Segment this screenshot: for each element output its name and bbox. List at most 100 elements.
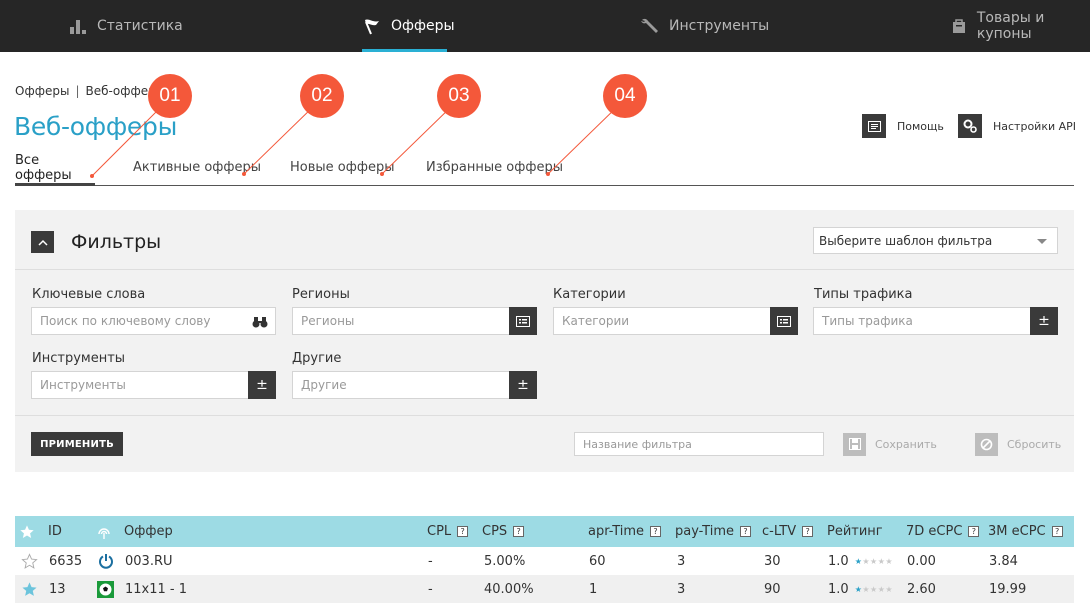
save-label: Сохранить [875,437,937,451]
other-input[interactable]: Другие ± [292,371,537,399]
cell-c-ltv: 30 [764,553,781,569]
favorite-star-icon[interactable] [21,547,38,575]
header-apr-time-label: apr-Time [588,524,645,539]
cell-cpl: - [428,581,433,597]
filters-header: Фильтры Выберите шаблон фильтра [15,210,1074,270]
header-3m-ecpc[interactable]: 3M eCPC? [988,516,1063,547]
plus-minus-icon[interactable]: ± [509,371,537,399]
cell-offer[interactable]: 11x11 - 1 [125,575,187,603]
cell-7d-ecpc: 2.60 [907,581,936,597]
cell-rating: 1.0 ★★★★★ [828,547,893,575]
callout-03: 03 [437,74,481,118]
favorite-star-icon[interactable] [21,575,38,603]
help-icon[interactable]: ? [457,526,469,537]
apply-button[interactable]: ПРИМЕНИТЬ [31,432,123,456]
cell-3m-ecpc: 19.99 [989,581,1027,597]
header-cpl[interactable]: CPL? [427,516,469,547]
collapse-filters-button[interactable] [31,231,54,253]
cell-3m-ecpc: 3.84 [989,553,1018,569]
reset-label: Сбросить [1007,437,1062,451]
header-offer[interactable]: Оффер [124,516,173,547]
filter-name-input[interactable]: Название фильтра [574,432,824,456]
list-picker-icon[interactable] [509,307,537,335]
cell-c-ltv: 90 [764,581,781,597]
favorite-column-star-icon[interactable] [19,516,35,547]
cell-cps: 5.00% [484,553,526,569]
cell-offer[interactable]: 003.RU [125,547,173,575]
header-apr-time[interactable]: apr-Time? [588,516,662,547]
save-filter-button[interactable]: Сохранить [843,432,937,456]
plus-minus-icon[interactable]: ± [1030,307,1058,335]
rating-value: 1.0 [828,553,849,569]
cell-cpl: - [428,553,433,569]
header-c-ltv-label: c-LTV [762,524,797,539]
help-icon[interactable]: ? [802,526,814,537]
help-icon[interactable]: ? [513,526,525,537]
cell-pay-time: 3 [677,553,686,569]
header-cps[interactable]: CPS? [482,516,525,547]
tools-label: Инструменты [32,351,126,366]
traffic-types-label: Типы трафика [814,287,913,302]
header-id[interactable]: ID [48,516,62,547]
filters-panel: Фильтры Выберите шаблон фильтра Ключевые… [15,210,1074,472]
header-pay-time-label: pay-Time [675,524,734,539]
help-icon[interactable]: ? [740,526,751,537]
help-icon[interactable]: ? [1051,526,1063,537]
cell-id: 6635 [49,553,83,569]
callout-04: 04 [603,74,647,118]
filter-template-select[interactable]: Выберите шаблон фильтра [813,227,1058,254]
signal-icon [96,516,112,547]
cell-apr-time: 60 [589,553,606,569]
no-entry-icon [975,432,998,456]
header-cpl-label: CPL [427,524,452,539]
regions-label: Регионы [292,287,350,302]
plus-minus-icon[interactable]: ± [248,371,276,399]
cell-id: 13 [49,581,66,597]
reset-filter-button[interactable]: Сбросить [975,432,1061,456]
callout-01: 01 [148,74,192,118]
header-3m-ecpc-label: 3M eCPC [988,524,1046,539]
keywords-input[interactable]: Поиск по ключевому слову [31,307,276,335]
list-picker-icon[interactable] [770,307,798,335]
cell-apr-time: 1 [589,581,598,597]
other-label: Другие [292,351,342,366]
binoculars-icon[interactable] [251,313,269,331]
soccer-logo-icon [97,575,114,603]
header-c-ltv[interactable]: c-LTV? [762,516,814,547]
table-row[interactable]: 13 11x11 - 1 - 40.00% 1 3 90 1.0 ★★★★★ 2… [15,575,1074,603]
rating-stars: ★★★★★ [854,556,894,566]
keywords-placeholder: Поиск по ключевому слову [40,314,211,328]
table-row[interactable]: 6635 003.RU - 5.00% 60 3 30 1.0 ★★★★★ 0.… [15,547,1074,575]
tools-placeholder: Инструменты [40,378,126,392]
help-icon[interactable]: ? [650,526,662,537]
cell-pay-time: 3 [677,581,686,597]
header-pay-time[interactable]: pay-Time? [675,516,751,547]
filters-title: Фильтры [71,231,162,253]
categories-placeholder: Категории [562,314,630,328]
help-icon[interactable]: ? [968,526,980,537]
template-select-value: Выберите шаблон фильтра [819,233,993,248]
header-7d-ecpc-label: 7D eCPC [906,524,963,539]
regions-placeholder: Регионы [301,314,355,328]
categories-input[interactable]: Категории [553,307,798,335]
cell-7d-ecpc: 0.00 [907,553,936,569]
header-rating[interactable]: Рейтинг [827,516,883,547]
cell-cps: 40.00% [484,581,534,597]
power-logo-icon [98,547,114,575]
categories-label: Категории [553,287,626,302]
cell-rating: 1.0 ★★★★★ [828,575,893,603]
divider [15,415,1074,416]
callout-02: 02 [300,74,344,118]
traffic-types-input[interactable]: Типы трафика ± [813,307,1058,335]
floppy-disk-icon [843,432,866,456]
traffic-types-placeholder: Типы трафика [822,314,913,328]
rating-stars: ★★★★★ [854,584,894,594]
table-header: ID Оффер CPL? CPS? apr-Time? pay-Time? c… [15,516,1074,547]
filter-name-placeholder: Название фильтра [583,437,692,451]
chevron-up-icon [37,239,48,246]
header-cps-label: CPS [482,524,508,539]
tools-input[interactable]: Инструменты ± [31,371,276,399]
header-7d-ecpc[interactable]: 7D eCPC? [906,516,980,547]
keywords-label: Ключевые слова [32,287,146,302]
regions-input[interactable]: Регионы [292,307,537,335]
